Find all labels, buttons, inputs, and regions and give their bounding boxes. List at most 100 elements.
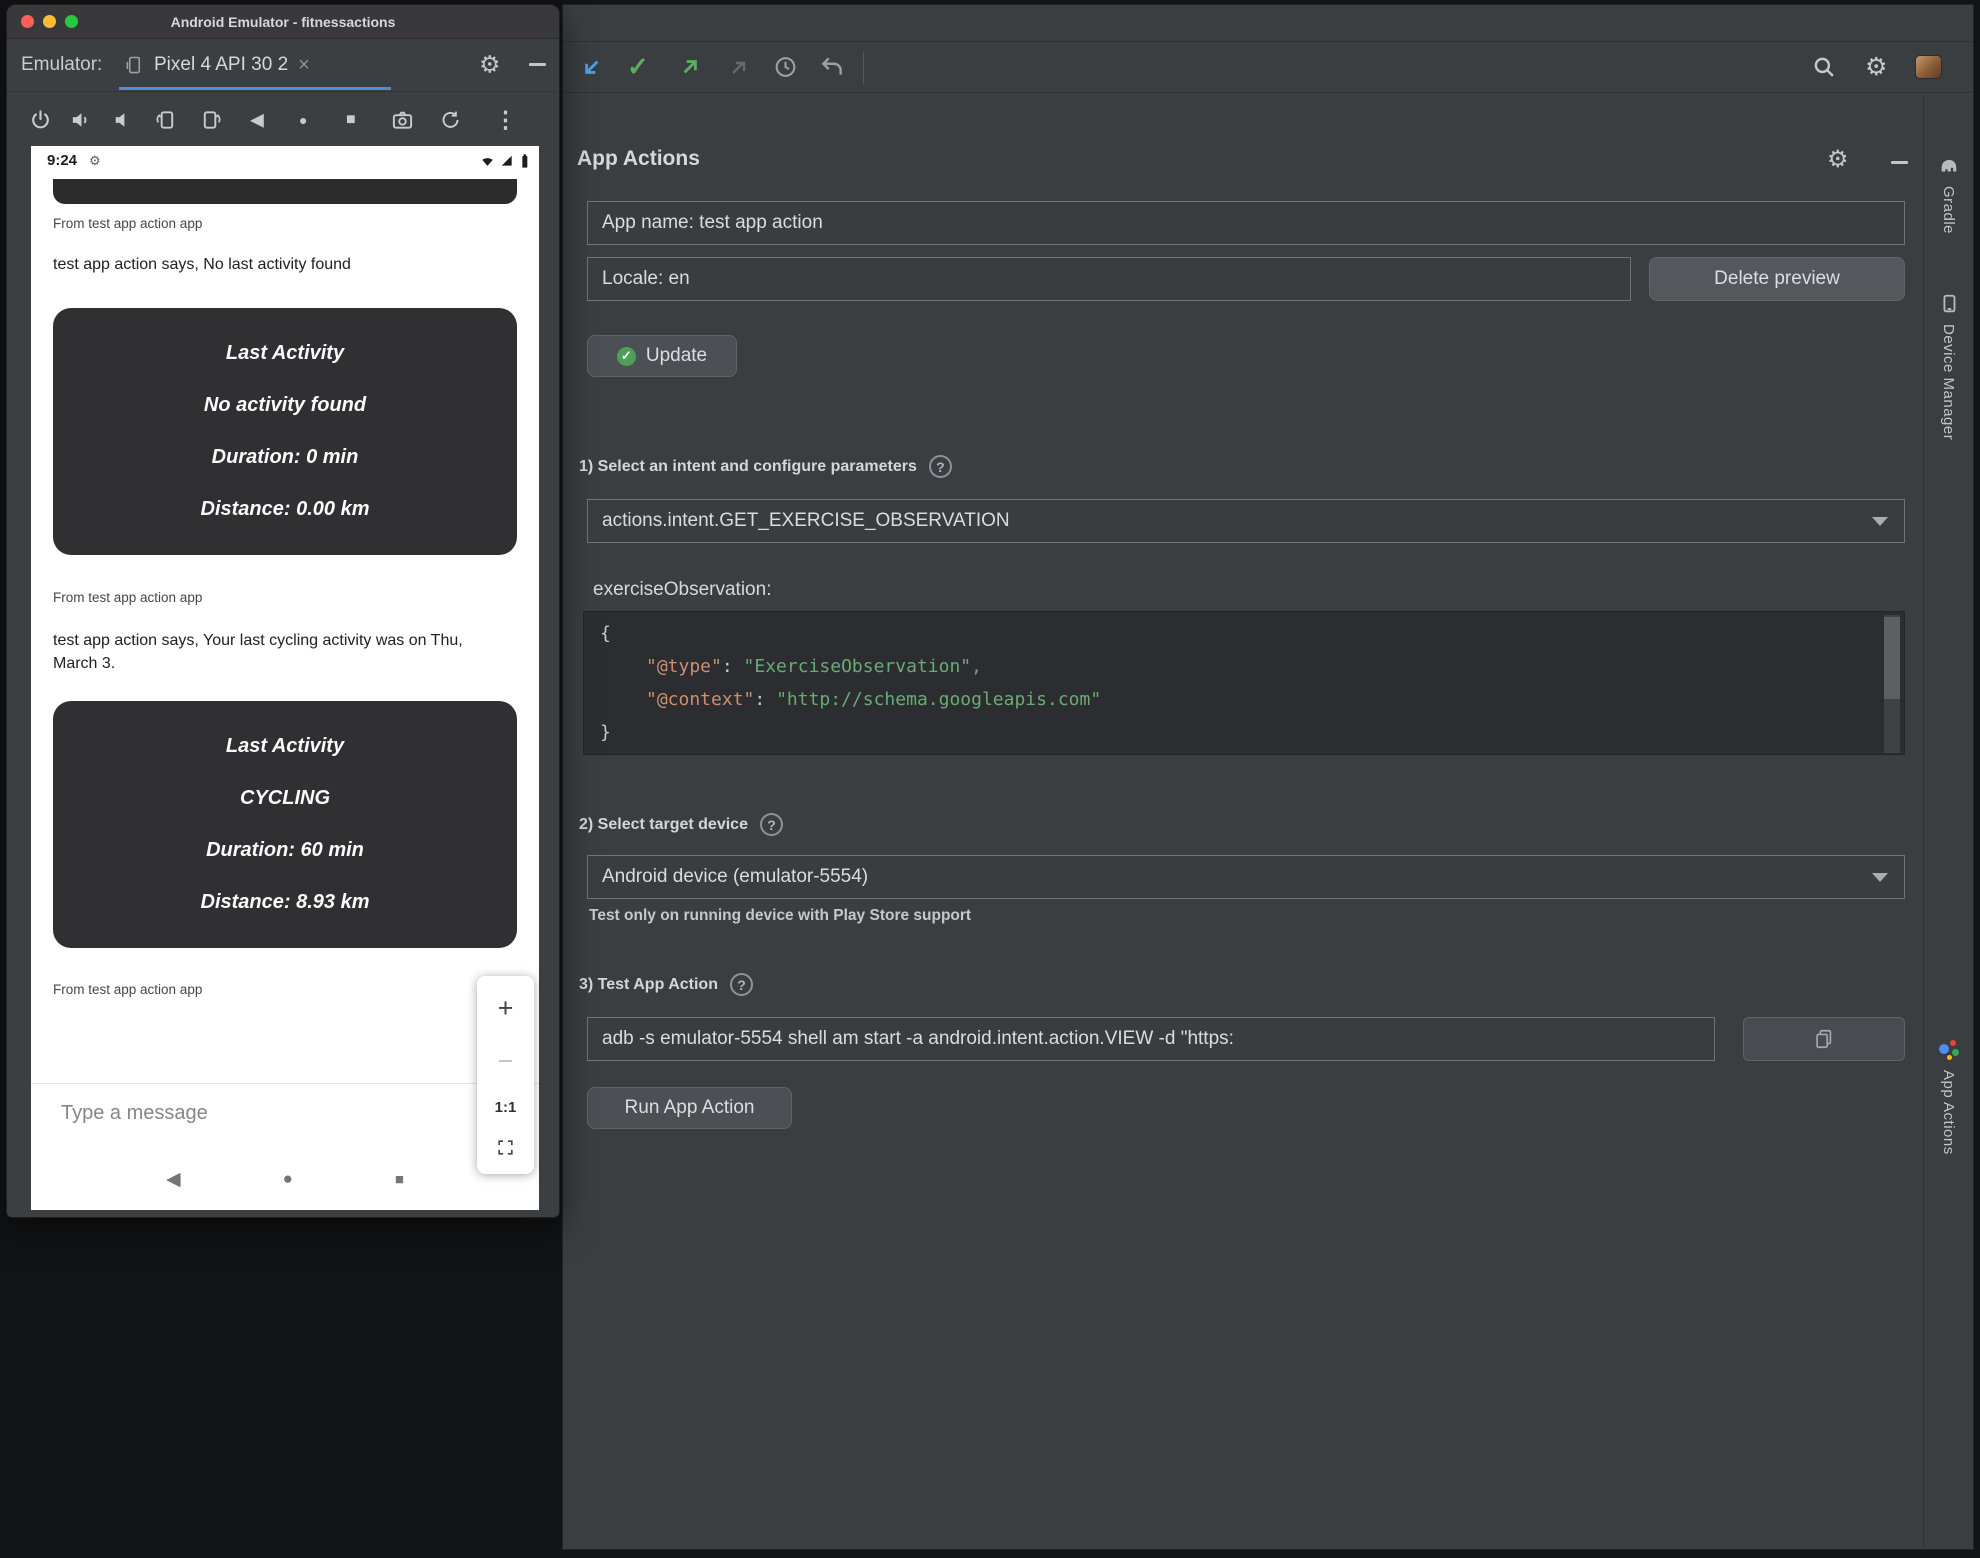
copy-command-button[interactable] <box>1743 1017 1905 1061</box>
adb-command-value: adb -s emulator-5554 shell am start -a a… <box>602 1028 1234 1049</box>
card-title: Last Activity <box>225 735 345 757</box>
zoom-out-button[interactable]: − <box>498 1046 514 1077</box>
volume-down-icon[interactable] <box>110 108 133 131</box>
message-from-label: From test app action app <box>53 216 203 231</box>
search-icon[interactable] <box>1811 54 1837 80</box>
zoom-window-button[interactable] <box>65 15 78 28</box>
rotate-left-icon[interactable] <box>154 108 177 131</box>
help-icon[interactable]: ? <box>729 973 753 996</box>
adb-command-field[interactable]: adb -s emulator-5554 shell am start -a a… <box>587 1017 1715 1061</box>
run-app-action-button[interactable]: Run App Action <box>587 1087 792 1129</box>
device-manager-label: Device Manager <box>1940 324 1957 441</box>
device-tab[interactable]: Pixel 4 API 30 2 × <box>119 39 391 91</box>
rotate-right-icon[interactable] <box>200 108 223 131</box>
message-input[interactable]: Type a message <box>61 1102 208 1125</box>
minimize-window-button[interactable] <box>43 15 56 28</box>
emulator-minimize-icon[interactable] <box>529 63 546 66</box>
section-select-intent: 1) Select an intent and configure parame… <box>579 455 952 478</box>
right-tool-strip: Gradle Device Manager App Actions <box>1923 95 1973 1549</box>
window-title: Android Emulator - fitnessactions <box>170 13 396 30</box>
intent-dropdown-value: actions.intent.GET_EXERCISE_OBSERVATION <box>602 510 1010 531</box>
locale-value: Locale: en <box>602 268 690 289</box>
fit-to-window-icon[interactable] <box>496 1138 515 1157</box>
update-button[interactable]: ✓ Update <box>587 335 737 377</box>
emulator-controls-toolbar: ◀ ● ■ ⋮ <box>7 91 559 147</box>
wifi-icon <box>480 155 495 168</box>
phone-screen: 9:24 ⚙ From test app action app test app <box>31 146 539 1210</box>
screenshot-camera-icon[interactable] <box>391 108 414 131</box>
back-icon[interactable]: ◀ <box>250 109 264 130</box>
intent-parameters-editor[interactable]: { "@type": "ExerciseObservation", "@cont… <box>583 611 1905 755</box>
mac-titlebar: Android Emulator - fitnessactions <box>7 5 559 39</box>
sidebar-tab-gradle[interactable]: Gradle <box>1924 155 1973 234</box>
copy-icon <box>1813 1028 1835 1050</box>
emulator-label: Emulator: <box>21 54 103 75</box>
panel-title: App Actions <box>577 147 700 170</box>
message-from-label: From test app action app <box>53 982 203 997</box>
sidebar-tab-device-manager[interactable]: Device Manager <box>1924 293 1973 440</box>
device-hint-text: Test only on running device with Play St… <box>589 907 972 924</box>
update-check-icon: ✓ <box>616 346 636 366</box>
app-actions-icon <box>1938 1039 1960 1061</box>
app-name-value: App name: test app action <box>602 212 823 233</box>
message-from-label: From test app action app <box>53 590 203 605</box>
studio-main-toolbar: ✓ ⚙ <box>563 41 1973 93</box>
attach-debugger-icon[interactable] <box>727 55 751 79</box>
delete-preview-button[interactable]: Delete preview <box>1649 257 1905 301</box>
nav-back-button[interactable]: ◀ <box>166 1168 181 1191</box>
code-line-close: } <box>600 722 611 743</box>
card-title: Last Activity <box>225 342 345 364</box>
editor-scrollbar[interactable] <box>1884 615 1900 753</box>
intent-dropdown[interactable]: actions.intent.GET_EXERCISE_OBSERVATION <box>587 499 1905 543</box>
parameter-name-label: exerciseObservation: <box>593 579 772 600</box>
volume-up-icon[interactable] <box>69 108 92 131</box>
target-device-dropdown[interactable]: Android device (emulator-5554) <box>587 855 1905 899</box>
emulator-settings-gear-icon[interactable]: ⚙ <box>479 51 501 80</box>
nav-overview-button[interactable]: ■ <box>395 1171 404 1188</box>
zoom-controls: + − 1:1 <box>477 976 534 1174</box>
editor-scrollbar-thumb[interactable] <box>1884 617 1900 699</box>
zoom-in-button[interactable]: + <box>498 993 514 1024</box>
window-controls <box>21 15 78 28</box>
panel-minimize-icon[interactable] <box>1891 161 1908 164</box>
screenshot-canvas: ✓ ⚙ App Actions ⚙ App name: test app act… <box>0 0 1980 1558</box>
gradle-label: Gradle <box>1940 186 1957 235</box>
target-device-value: Android device (emulator-5554) <box>602 866 869 887</box>
chevron-down-icon <box>1872 517 1888 526</box>
locale-field[interactable]: Locale: en <box>587 257 1631 301</box>
zoom-ratio-button[interactable]: 1:1 <box>495 1099 517 1116</box>
close-window-button[interactable] <box>21 15 34 28</box>
active-tab-underline <box>119 87 391 90</box>
section-test-app-action: 3) Test App Action ? <box>579 973 753 996</box>
overview-icon[interactable]: ■ <box>346 111 356 129</box>
more-options-icon[interactable]: ⋮ <box>494 106 517 133</box>
help-icon[interactable]: ? <box>928 455 952 478</box>
update-project-arrow-icon[interactable] <box>677 54 703 80</box>
history-clock-icon[interactable] <box>773 55 798 80</box>
power-icon[interactable] <box>29 108 52 131</box>
step-over-arrow-icon[interactable] <box>579 54 605 80</box>
undo-icon[interactable] <box>819 54 845 80</box>
app-name-field[interactable]: App name: test app action <box>587 201 1905 245</box>
phone-navigation-bar: ◀ ● ■ <box>31 1148 539 1210</box>
nav-home-button[interactable]: ● <box>283 1169 293 1189</box>
card-distance: Distance: 8.93 km <box>200 891 370 913</box>
snapshot-restore-icon[interactable] <box>439 108 462 131</box>
emulator-tab-bar: Emulator: Pixel 4 API 30 2 × ⚙ <box>7 39 559 91</box>
home-icon[interactable]: ● <box>299 112 307 128</box>
card-distance: Distance: 0.00 km <box>200 498 370 520</box>
message-text: test app action says, Your last cycling … <box>53 632 463 672</box>
phone-status-bar: 9:24 ⚙ <box>31 146 539 176</box>
user-avatar[interactable] <box>1915 55 1942 79</box>
panel-gear-icon[interactable]: ⚙ <box>1827 145 1849 174</box>
help-icon[interactable]: ? <box>759 813 783 836</box>
status-gear-icon: ⚙ <box>89 153 101 168</box>
update-label: Update <box>645 345 708 366</box>
sidebar-tab-app-actions[interactable]: App Actions <box>1924 1039 1973 1155</box>
section-one-label: 1) Select an intent and configure parame… <box>579 457 917 475</box>
signal-icon <box>500 154 514 168</box>
commit-check-icon[interactable]: ✓ <box>627 52 649 83</box>
device-manager-icon <box>1938 293 1960 315</box>
settings-gear-icon[interactable]: ⚙ <box>1865 52 1887 82</box>
close-tab-icon[interactable]: × <box>298 54 310 77</box>
